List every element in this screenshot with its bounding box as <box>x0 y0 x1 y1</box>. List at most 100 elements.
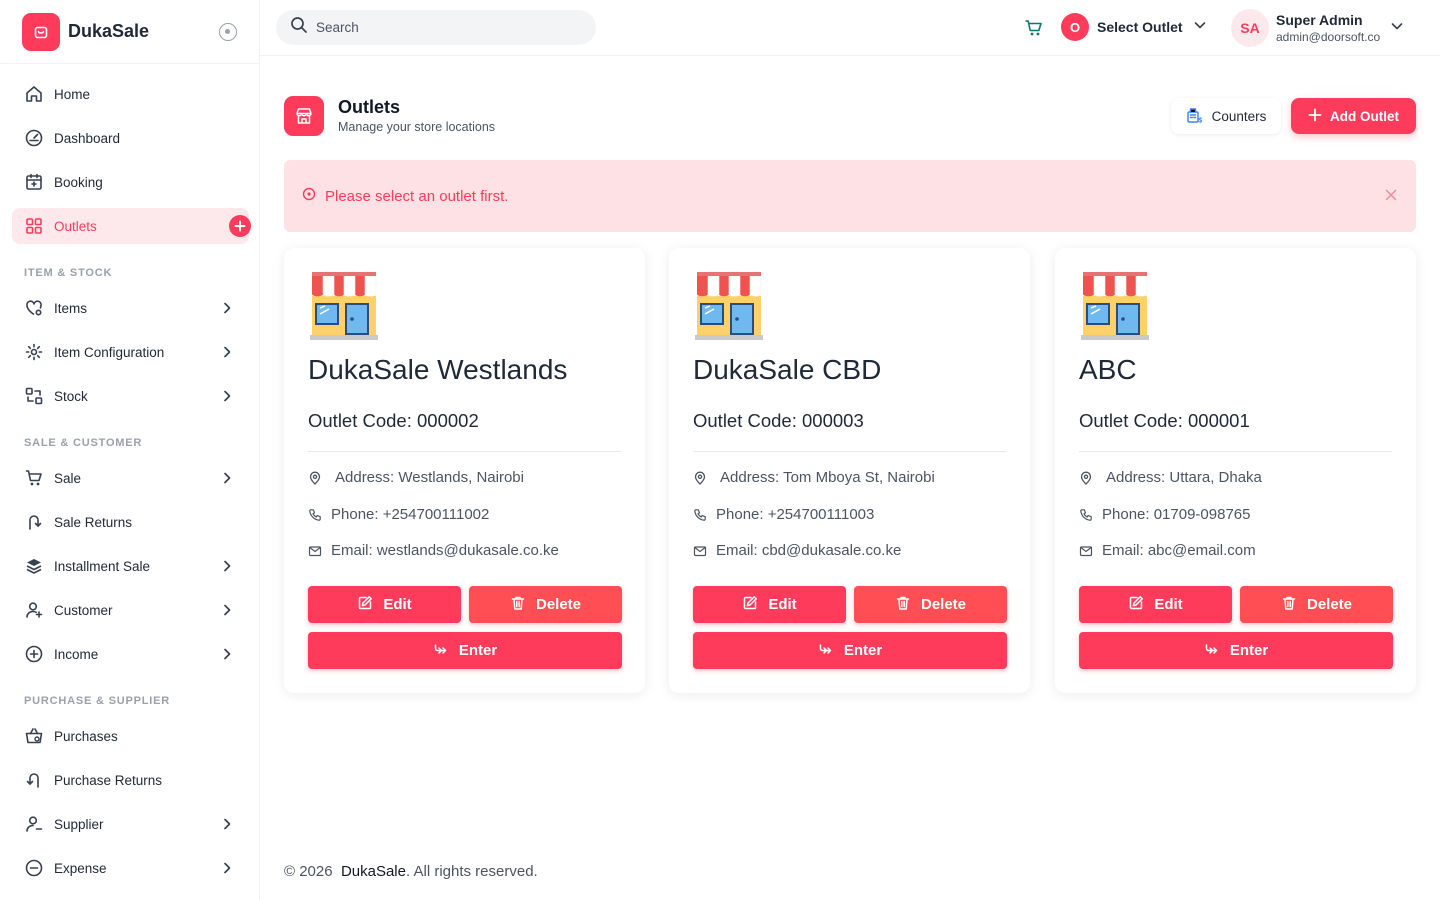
chevron-right-icon <box>219 558 235 574</box>
chevron-right-icon <box>219 602 235 618</box>
outlet-email: Email: abc@email.com <box>1079 542 1256 559</box>
edit-icon <box>742 595 758 615</box>
delete-button[interactable]: Delete <box>854 586 1007 623</box>
chevron-down-icon <box>1193 18 1207 37</box>
sidebar-item-label: Income <box>54 646 99 662</box>
sidebar-item-stock[interactable]: Stock <box>0 374 259 418</box>
add-outlet-button[interactable]: Add Outlet <box>1291 98 1416 134</box>
sidebar-item-supplier[interactable]: Supplier <box>0 802 259 846</box>
store-icon <box>284 96 324 136</box>
user-plus-icon <box>24 600 44 620</box>
top-bar: O Select Outlet SA Super Admin admin@doo… <box>260 0 1440 56</box>
sidebar-item-item-configuration[interactable]: Item Configuration <box>0 330 259 374</box>
edit-button[interactable]: Edit <box>308 586 461 623</box>
outlet-name: DukaSale CBD <box>693 354 882 385</box>
outlet-card: DukaSale Westlands Outlet Code: 000002 A… <box>284 248 645 693</box>
delete-button[interactable]: Delete <box>469 586 622 623</box>
sidebar-item-income[interactable]: Income <box>0 632 259 676</box>
avatar: SA <box>1231 9 1269 47</box>
sidebar-item-purchase-returns[interactable]: Purchase Returns <box>0 758 259 802</box>
sidebar-item-items[interactable]: Items <box>0 286 259 330</box>
add-outlet-plus-icon[interactable] <box>229 215 251 237</box>
sidebar-item-dashboard[interactable]: Dashboard <box>0 116 259 160</box>
sidebar-item-label: Purchase Returns <box>54 772 163 788</box>
shop-icon <box>308 270 380 342</box>
counters-button[interactable]: $ Counters <box>1171 98 1281 134</box>
outlet-address: Address: Uttara, Dhaka <box>1079 469 1262 486</box>
shop-icon <box>1079 270 1151 342</box>
sidebar: DukaSale Home Dashboard Booking Outlets … <box>0 0 260 900</box>
sidebar-item-label: Purchases <box>54 728 118 744</box>
basket-icon <box>24 726 44 746</box>
user-name: Super Admin <box>1276 12 1363 28</box>
layers-icon <box>24 556 44 576</box>
user-minus-icon <box>24 814 44 834</box>
cart-icon <box>24 468 44 488</box>
section-purchase-supplier: PURCHASE & SUPPLIER <box>24 695 170 707</box>
gear-icon <box>24 342 44 362</box>
delete-label: Delete <box>920 596 967 613</box>
svg-text:$: $ <box>1198 117 1202 124</box>
sidebar-item-purchases[interactable]: Purchases <box>0 714 259 758</box>
sidebar-item-label: Installment Sale <box>54 558 151 574</box>
outlet-phone-text: Phone: 01709-098765 <box>1102 506 1251 523</box>
edit-button[interactable]: Edit <box>693 586 846 623</box>
enter-button[interactable]: Enter <box>1079 632 1393 669</box>
user-menu[interactable]: SA Super Admin admin@doorsoft.co <box>1231 9 1404 47</box>
mail-icon <box>308 544 322 558</box>
cart-icon[interactable] <box>1024 18 1044 38</box>
map-pin-icon <box>308 471 322 485</box>
alert-message: Please select an outlet first. <box>325 187 509 205</box>
map-pin-icon <box>1079 471 1093 485</box>
sidebar-item-label: Booking <box>54 174 103 190</box>
sidebar-toggle-icon[interactable] <box>219 22 237 41</box>
outlet-phone-text: Phone: +254700111003 <box>716 506 875 523</box>
grid-icon <box>24 216 44 236</box>
page-header: Outlets Manage your store locations <box>284 96 495 136</box>
edit-button[interactable]: Edit <box>1079 586 1232 623</box>
search-input[interactable] <box>316 20 576 35</box>
enter-arrow-icon <box>1204 641 1220 661</box>
sidebar-item-label: Customer <box>54 602 113 618</box>
sidebar-item-expense[interactable]: Expense <box>0 846 259 890</box>
user-email: admin@doorsoft.co <box>1276 30 1381 44</box>
return-icon <box>24 770 44 790</box>
chevron-right-icon <box>219 388 235 404</box>
minus-circle-icon <box>24 858 44 878</box>
sidebar-item-outlets[interactable]: Outlets <box>12 208 251 244</box>
outlet-selector[interactable]: O Select Outlet <box>1061 13 1207 41</box>
add-outlet-label: Add Outlet <box>1330 108 1399 124</box>
close-icon[interactable] <box>1384 188 1398 202</box>
calendar-icon <box>24 172 44 192</box>
outlet-selector-label: Select Outlet <box>1097 19 1183 35</box>
outlet-email-text: Email: abc@email.com <box>1102 542 1256 559</box>
phone-icon <box>1079 508 1093 522</box>
search-box[interactable] <box>276 10 596 45</box>
delete-label: Delete <box>535 596 582 613</box>
sidebar-item-label: Item Configuration <box>54 344 165 360</box>
gauge-icon <box>24 128 44 148</box>
enter-label: Enter <box>843 642 883 659</box>
footer-brand: DukaSale <box>340 863 406 880</box>
outlet-email: Email: westlands@dukasale.co.ke <box>308 542 559 559</box>
outlet-name: DukaSale Westlands <box>308 354 568 385</box>
sidebar-item-sale-returns[interactable]: Sale Returns <box>0 500 259 544</box>
brand-logo-icon[interactable] <box>22 12 60 51</box>
section-sale-customer: SALE & CUSTOMER <box>24 437 143 449</box>
mail-icon <box>693 544 707 558</box>
sidebar-item-home[interactable]: Home <box>0 72 259 116</box>
outlet-address-text: Address: Uttara, Dhaka <box>1106 469 1262 486</box>
trash-icon <box>510 595 526 615</box>
sidebar-item-installment-sale[interactable]: Installment Sale <box>0 544 259 588</box>
sidebar-item-booking[interactable]: Booking <box>0 160 259 204</box>
divider <box>308 451 621 452</box>
enter-button[interactable]: Enter <box>693 632 1007 669</box>
sidebar-item-customer[interactable]: Customer <box>0 588 259 632</box>
outlet-card: ABC Outlet Code: 000001 Address: Uttara,… <box>1055 248 1416 693</box>
sidebar-item-label: Items <box>54 300 88 316</box>
enter-button[interactable]: Enter <box>308 632 622 669</box>
alert-banner: Please select an outlet first. <box>284 160 1416 232</box>
enter-arrow-icon <box>433 641 449 661</box>
sidebar-item-sale[interactable]: Sale <box>0 456 259 500</box>
delete-button[interactable]: Delete <box>1240 586 1393 623</box>
